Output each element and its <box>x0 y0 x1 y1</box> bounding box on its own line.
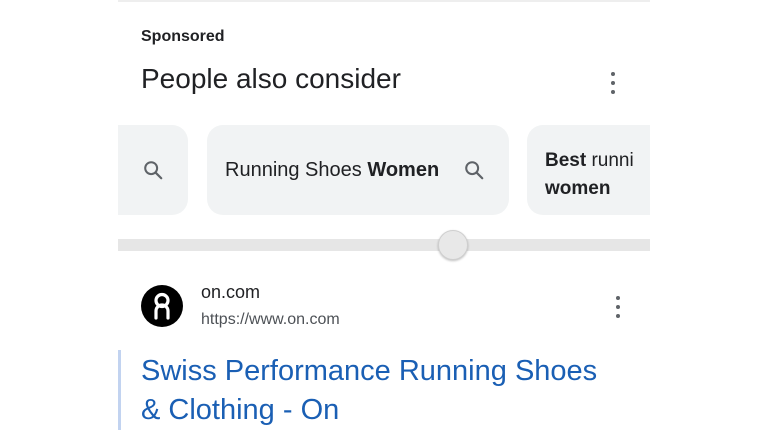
people-also-consider-title: People also consider <box>141 63 401 94</box>
result-title-link[interactable]: Swiss Performance Running Shoes & Clothi… <box>141 352 621 430</box>
more-options-icon[interactable] <box>610 72 616 94</box>
chip-label: Running Shoes Women <box>225 159 439 182</box>
chip-label-plain: Running Shoes <box>225 159 368 181</box>
carousel-scroll-thumb[interactable] <box>438 230 468 260</box>
carousel-scrollbar[interactable] <box>118 239 650 251</box>
related-search-chip[interactable]: Best runni women <box>527 125 650 215</box>
result-accent-bar <box>118 350 121 430</box>
chip-label: Best runni women <box>545 147 634 203</box>
search-icon <box>465 161 484 180</box>
chip-label-bold: Best <box>545 150 587 171</box>
result-url[interactable]: https://www.on.com <box>201 311 340 329</box>
search-results-viewport: Sponsored People also consider Running S… <box>118 0 650 432</box>
chip-label-bold: Women <box>367 159 440 181</box>
chip-label-plain: runni <box>586 150 634 171</box>
result-site-name[interactable]: on.com <box>201 282 260 303</box>
divider <box>118 0 650 2</box>
sponsored-label: Sponsored <box>141 28 225 45</box>
search-icon <box>144 161 163 180</box>
on-logo-mark <box>154 292 170 320</box>
related-search-chip[interactable]: Running Shoes Women <box>207 125 509 215</box>
related-search-carousel: Running Shoes Women Best runni women <box>118 125 650 217</box>
related-search-chip[interactable] <box>118 125 188 215</box>
on-logo[interactable] <box>141 285 183 327</box>
more-options-icon[interactable] <box>615 296 621 318</box>
chip-label-line2: women <box>545 178 611 199</box>
